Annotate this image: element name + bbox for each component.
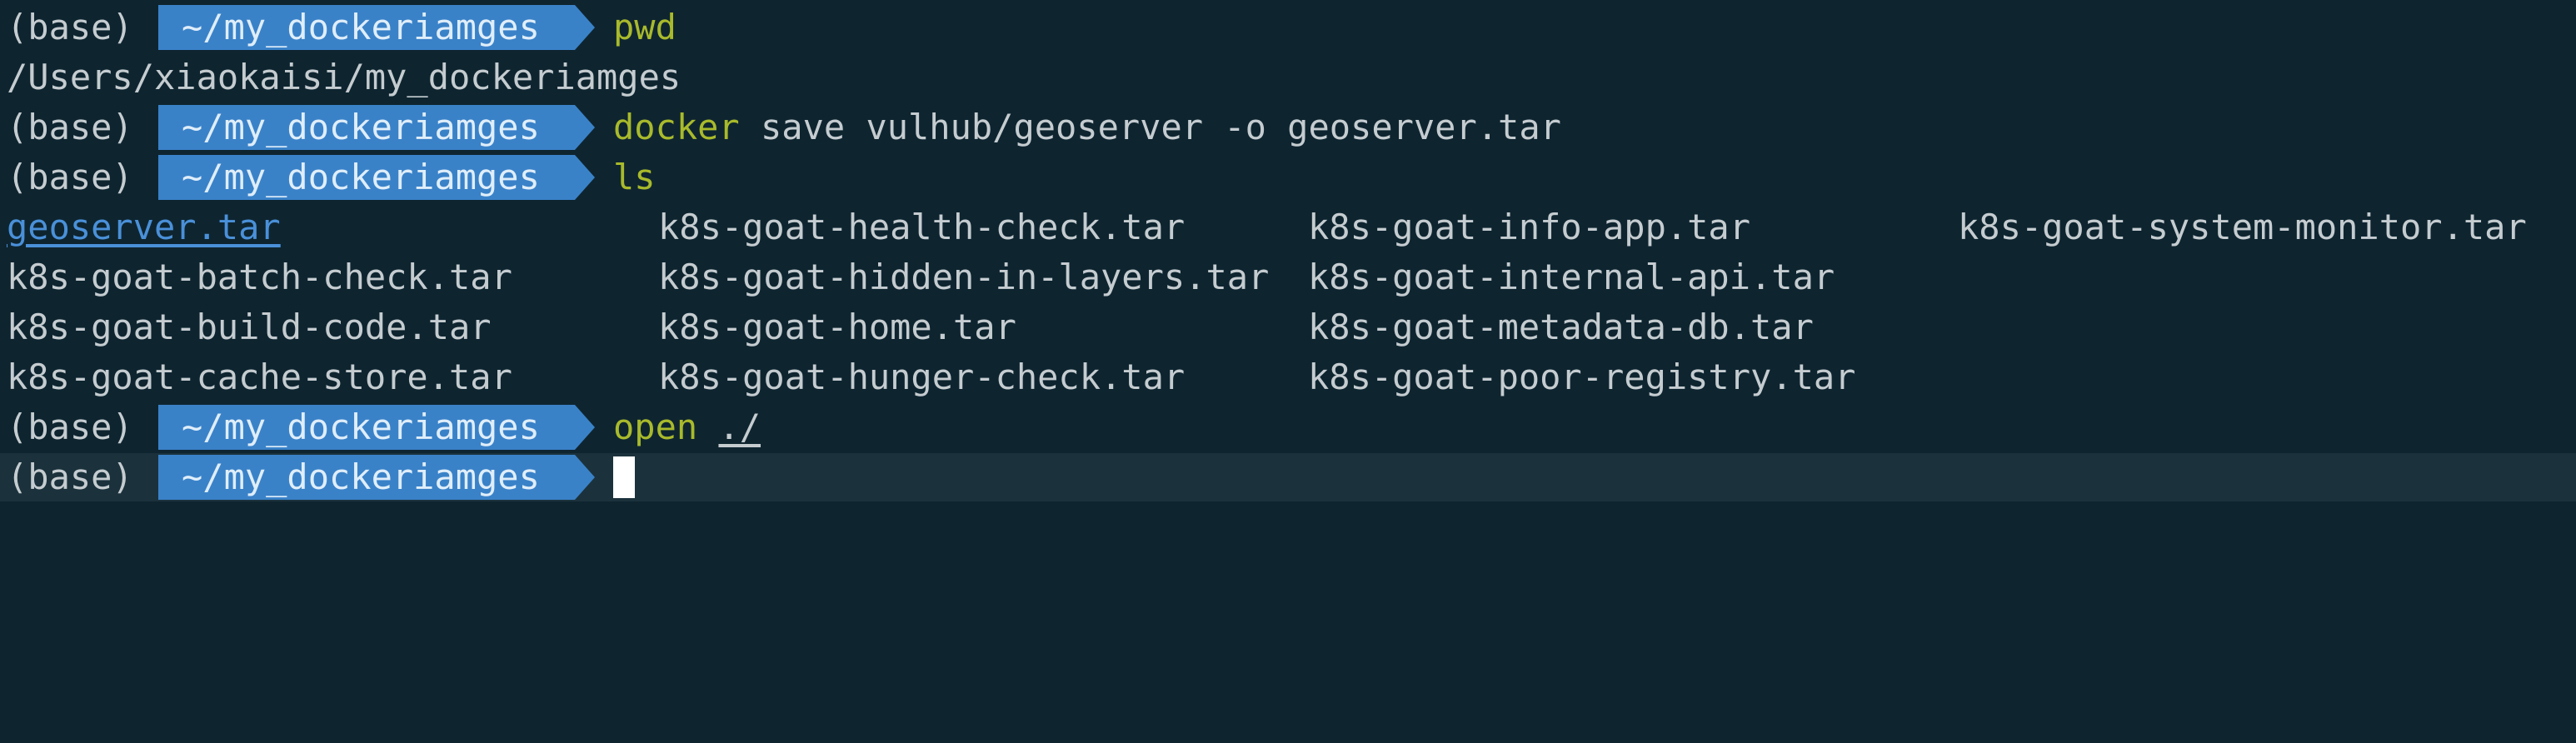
prompt-directory: ~/my_dockeriamges [158,455,575,500]
current-prompt-line[interactable]: (base) ~/my_dockeriamges [0,453,2576,501]
conda-env-label: (base) [7,7,133,47]
command-name: open [613,406,698,447]
file-name: k8s-goat-hidden-in-layers.tar [658,257,1270,297]
prompt-arrow-icon [575,405,595,450]
output-line: /Users/xiaokaisi/my_dockeriamges [0,53,2576,102]
prompt-arrow-icon [575,455,595,500]
prompt-directory: ~/my_dockeriamges [158,5,575,50]
command-text: docker save vulhub/geoserver -o geoserve… [613,103,1561,152]
file-name: k8s-goat-poor-registry.tar [1308,357,1856,397]
file-link-geoserver[interactable]: geoserver.tar [7,203,281,252]
ls-output-row: geoserver.tar k8s-goat-health-check.tar … [0,203,2576,252]
prompt-line: (base) ~/my_dockeriamges pwd [0,3,2576,52]
prompt-arrow-icon [575,105,595,150]
prompt-directory: ~/my_dockeriamges [158,105,575,150]
pwd-output: /Users/xiaokaisi/my_dockeriamges [7,57,681,97]
prompt-directory-text: ~/my_dockeriamges [182,157,540,197]
prompt-arrow-icon [575,5,595,50]
prompt-directory: ~/my_dockeriamges [158,155,575,200]
file-name: k8s-goat-health-check.tar [658,207,1186,247]
file-name: k8s-goat-metadata-db.tar [1308,307,1814,347]
file-name: k8s-goat-system-monitor.tar [1958,207,2527,247]
text-cursor[interactable] [613,456,635,498]
prompt-line: (base) ~/my_dockeriamges docker save vul… [0,103,2576,152]
command-text: open ./ [613,403,761,451]
file-name: k8s-goat-internal-api.tar [1308,257,1835,297]
command-path-link[interactable]: ./ [718,406,761,447]
file-name: k8s-goat-hunger-check.tar [658,357,1186,397]
prompt-arrow-icon [575,155,595,200]
file-name: k8s-goat-cache-store.tar [7,357,512,397]
file-name: k8s-goat-batch-check.tar [7,257,512,297]
file-name: k8s-goat-info-app.tar [1308,207,1751,247]
command-text: pwd [613,7,676,47]
prompt-directory-text: ~/my_dockeriamges [182,107,540,147]
command-name: docker [613,107,740,147]
prompt-directory-text: ~/my_dockeriamges [182,406,540,447]
prompt-directory-text: ~/my_dockeriamges [182,7,540,47]
prompt-line: (base) ~/my_dockeriamges ls [0,153,2576,202]
conda-env-label: (base) [7,456,133,497]
prompt-directory: ~/my_dockeriamges [158,405,575,450]
command-text: ls [613,157,656,197]
conda-env-label: (base) [7,107,133,147]
prompt-directory-text: ~/my_dockeriamges [182,456,540,497]
file-name: k8s-goat-home.tar [658,307,1016,347]
ls-output-row: k8s-goat-cache-store.tar k8s-goat-hunger… [0,353,2576,401]
command-args: save vulhub/geoserver -o geoserver.tar [761,107,1561,147]
file-name: k8s-goat-build-code.tar [7,307,492,347]
conda-env-label: (base) [7,157,133,197]
conda-env-label: (base) [7,406,133,447]
terminal-window[interactable]: (base) ~/my_dockeriamges pwd /Users/xiao… [0,0,2576,575]
prompt-line: (base) ~/my_dockeriamges open ./ [0,403,2576,451]
ls-output-row: k8s-goat-build-code.tar k8s-goat-home.ta… [0,303,2576,352]
ls-output-row: k8s-goat-batch-check.tar k8s-goat-hidden… [0,253,2576,302]
